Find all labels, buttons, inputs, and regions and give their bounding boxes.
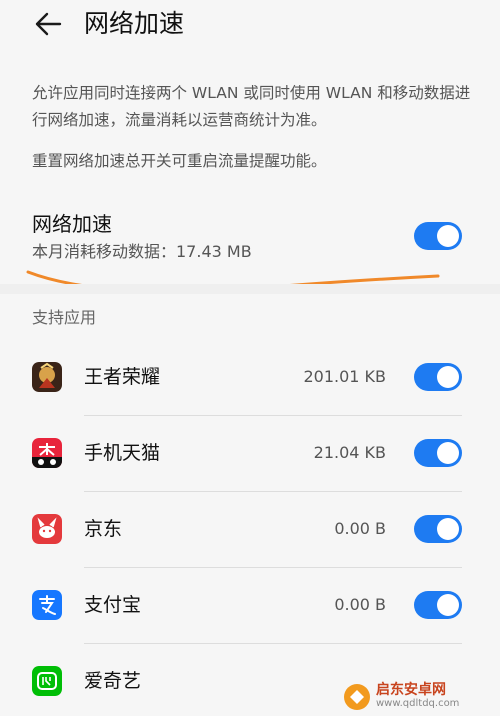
- watermark: 启东安卓网 www.qdltdq.com: [344, 682, 494, 712]
- iqiyi-icon: [32, 666, 62, 696]
- app-toggle[interactable]: [414, 515, 462, 543]
- header: 网络加速: [0, 0, 500, 52]
- description-text: 允许应用同时连接两个 WLAN 或同时使用 WLAN 和移动数据进行网络加速，流…: [32, 84, 471, 129]
- network-acceleration-page: 网络加速 允许应用同时连接两个 WLAN 或同时使用 WLAN 和移动数据进行网…: [0, 0, 500, 716]
- app-data-usage: 0.00 B: [334, 519, 386, 538]
- app-toggle[interactable]: [414, 439, 462, 467]
- tmall-icon: [32, 438, 62, 468]
- watermark-url: www.qdltdq.com: [376, 698, 460, 709]
- arrow-left-icon: [35, 12, 62, 36]
- honor-of-kings-icon: [32, 362, 62, 392]
- supported-apps-label: 支持应用: [32, 308, 97, 327]
- watermark-text-block: 启东安卓网 www.qdltdq.com: [376, 683, 459, 711]
- back-button[interactable]: [28, 6, 68, 42]
- app-name: 手机天猫: [84, 442, 161, 464]
- network-acceleration-row[interactable]: 网络加速 本月消耗移动数据：17.43 MB: [0, 200, 500, 280]
- app-name: 王者荣耀: [84, 366, 161, 388]
- toggle-knob: [437, 518, 459, 540]
- toggle-knob: [437, 442, 459, 464]
- section-separator: [0, 284, 500, 294]
- alipay-icon: [32, 590, 62, 620]
- app-toggle[interactable]: [414, 363, 462, 391]
- network-acceleration-title: 网络加速: [32, 212, 112, 236]
- watermark-title: 启东安卓网: [376, 682, 446, 698]
- app-data-usage: 201.01 KB: [303, 367, 386, 386]
- app-name: 爱奇艺: [84, 670, 142, 692]
- app-toggle[interactable]: [414, 591, 462, 619]
- network-acceleration-toggle[interactable]: [414, 222, 462, 250]
- app-row-honor-of-kings[interactable]: 王者荣耀 201.01 KB: [0, 340, 500, 416]
- app-row-tmall[interactable]: 手机天猫 21.04 KB: [0, 416, 500, 492]
- app-data-usage: 21.04 KB: [313, 443, 386, 462]
- app-row-jd[interactable]: 京东 0.00 B: [0, 492, 500, 568]
- page-title: 网络加速: [84, 9, 185, 38]
- monthly-data-usage: 本月消耗移动数据：17.43 MB: [32, 242, 252, 261]
- app-name: 京东: [84, 518, 123, 540]
- toggle-knob: [437, 366, 459, 388]
- watermark-logo-icon: [344, 684, 370, 710]
- reset-hint-text: 重置网络加速总开关可重启流量提醒功能。: [32, 152, 327, 170]
- jd-icon: [32, 514, 62, 544]
- app-name: 支付宝: [84, 594, 142, 616]
- app-row-alipay[interactable]: 支付宝 0.00 B: [0, 568, 500, 644]
- toggle-knob: [437, 594, 459, 616]
- app-data-usage: 0.00 B: [334, 595, 386, 614]
- toggle-knob: [437, 225, 459, 247]
